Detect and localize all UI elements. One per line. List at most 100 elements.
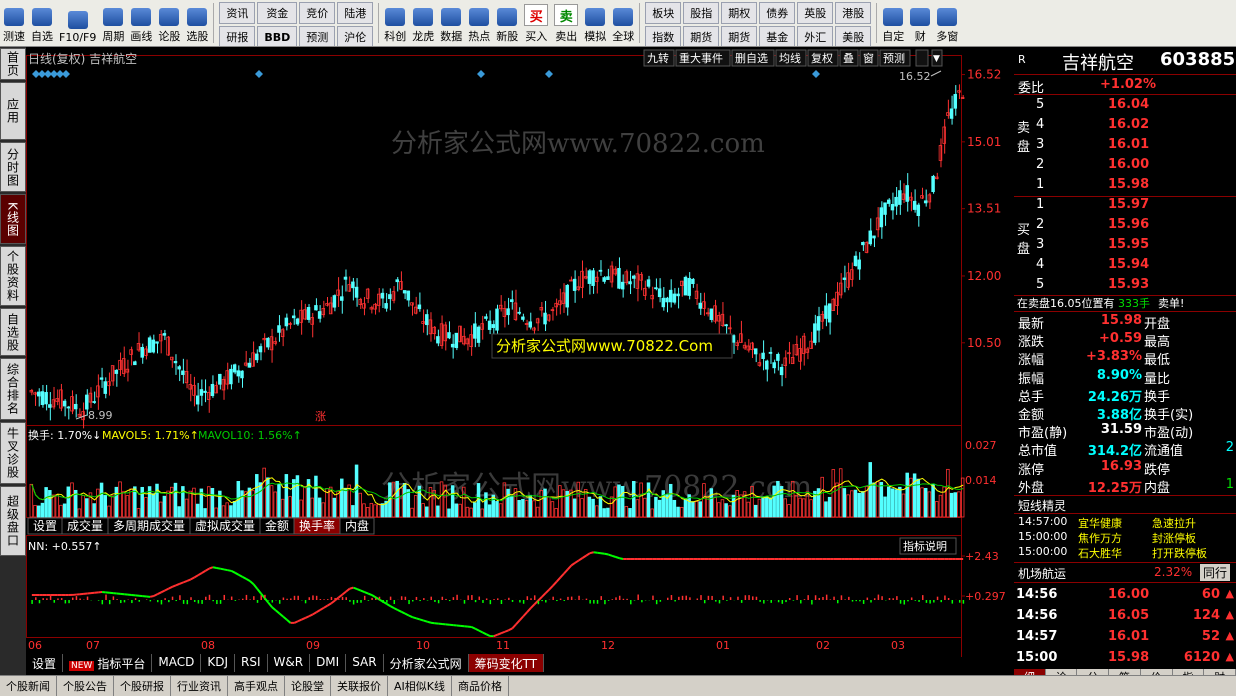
- dragontiger-button[interactable]: 龙虎: [409, 0, 437, 46]
- period-button[interactable]: 周期: [99, 0, 127, 46]
- nn-bar: [160, 600, 163, 605]
- toolbar-grid-button[interactable]: 沪伦: [337, 26, 374, 46]
- indicator-tab[interactable]: W&R: [268, 654, 311, 672]
- nav-item-8[interactable]: 超级盘口: [0, 486, 26, 556]
- toolbar-grid-button[interactable]: 陆港: [337, 2, 374, 24]
- peer-button[interactable]: 同行: [1200, 564, 1231, 581]
- test-button[interactable]: 测速: [0, 0, 28, 46]
- indicator-tab[interactable]: DMI: [310, 654, 347, 672]
- toolbar-grid-button[interactable]: BBD: [257, 26, 298, 46]
- toolbar-grid-button[interactable]: 板块: [645, 2, 682, 24]
- nn-bar: [925, 600, 928, 603]
- info-tab[interactable]: 个股新闻: [0, 676, 57, 696]
- info-tab[interactable]: 关联报价: [331, 676, 388, 696]
- kechuang-button[interactable]: 科创: [381, 0, 409, 46]
- spirit-stock[interactable]: 宜华健康: [1078, 515, 1122, 531]
- toolbar-grid-button[interactable]: 基金: [759, 26, 796, 46]
- stockforum-button[interactable]: 论股: [155, 0, 183, 46]
- nn-bar: [530, 598, 532, 600]
- info-tab[interactable]: 高手观点: [228, 676, 285, 696]
- info-tab[interactable]: 个股研报: [114, 676, 171, 696]
- toolbar-grid-button[interactable]: 港股: [835, 2, 872, 24]
- toolbar-grid-button[interactable]: 期货: [683, 26, 720, 46]
- sell-button[interactable]: 卖卖出: [551, 0, 581, 46]
- multi-button[interactable]: 多窗: [933, 0, 961, 46]
- toolbar-grid-button[interactable]: 期货: [721, 26, 758, 46]
- volume-bar: [731, 494, 736, 518]
- toolbar-grid-button[interactable]: 指数: [645, 26, 682, 46]
- nav-item-2[interactable]: 分时图: [0, 142, 26, 192]
- toolbar-grid-button[interactable]: 期权: [721, 2, 758, 24]
- period-button-label: 周期: [102, 30, 125, 43]
- global-button[interactable]: 全球: [609, 0, 637, 46]
- nav-item-7[interactable]: 牛叉诊股: [0, 422, 26, 484]
- kechuang-button-label: 科创: [384, 30, 407, 43]
- candle-body: [384, 303, 388, 309]
- info-tab[interactable]: 个股公告: [57, 676, 114, 696]
- info-tab[interactable]: AI相似K线: [388, 676, 452, 696]
- kline-chart-area[interactable]: 日线(复权) 吉祥航空 九转 重大事件 删自选 均线 复权叠窗预测 ▼ 16.52 15.01 1…: [26, 47, 1036, 677]
- month-label: 07: [86, 639, 100, 652]
- nav-item-6[interactable]: 综合排名: [0, 358, 26, 420]
- toolbar-grid-button[interactable]: 股指: [683, 2, 720, 24]
- quote-panel: R 吉祥航空 603885 委比 +1.02% 卖 盘 5 16.04 4 16.02 3 16.01…: [1014, 47, 1236, 687]
- nn-line-segment: [149, 595, 155, 598]
- data-button[interactable]: 数据: [437, 0, 465, 46]
- info-tab[interactable]: 行业资讯: [171, 676, 228, 696]
- f10-button[interactable]: F10/F9: [56, 0, 99, 46]
- finance-button[interactable]: 财: [907, 0, 933, 46]
- indicator-tab[interactable]: KDJ: [201, 654, 235, 672]
- toolbar-grid-button[interactable]: 竞价: [299, 2, 336, 24]
- toolbar-grid-button[interactable]: 研报: [219, 26, 256, 46]
- draw-button[interactable]: 画线: [127, 0, 155, 46]
- toolbar-grid-button[interactable]: 美股: [835, 26, 872, 46]
- volume-bar: [340, 478, 344, 518]
- selfselect-button[interactable]: 自选: [28, 0, 56, 46]
- spirit-stock[interactable]: 石大胜华: [1078, 545, 1122, 561]
- toolbar-grid-button[interactable]: 债券: [759, 2, 796, 24]
- sector-name[interactable]: 机场航运: [1018, 565, 1066, 582]
- selectstock-button[interactable]: 选股: [183, 0, 211, 46]
- nav-item-5[interactable]: 自选股: [0, 308, 26, 356]
- tick-price: 16.01: [1108, 629, 1150, 644]
- price-axis-label: 12.00: [967, 269, 1001, 283]
- indicator-tab[interactable]: RSI: [235, 654, 268, 672]
- nn-bar: [249, 599, 251, 600]
- toolbar-grid-button[interactable]: 外汇: [797, 26, 834, 46]
- indicator-tab[interactable]: 筹码变化TT: [468, 654, 545, 672]
- toolbar-grid-button[interactable]: 资讯: [219, 2, 256, 24]
- indicator-tab[interactable]: NEW 指标平台: [63, 654, 153, 672]
- indicator-tab[interactable]: MACD: [152, 654, 202, 672]
- home-icon[interactable]: [915, 49, 929, 67]
- nav-item-0[interactable]: 首页: [0, 48, 26, 80]
- spirit-time: 15:00:00: [1018, 545, 1068, 558]
- nav-item-4[interactable]: 个股资料: [0, 246, 26, 306]
- nn-bar: [57, 598, 59, 600]
- indicator-tab[interactable]: 设置: [26, 654, 64, 672]
- indicator-tab[interactable]: SAR: [346, 654, 384, 672]
- indicator-tab[interactable]: 分析家公式网: [384, 654, 469, 672]
- toolbar-grid-button[interactable]: 预测: [299, 26, 336, 46]
- candle-body: [62, 400, 67, 407]
- candle-body: [912, 200, 917, 210]
- candle-body: [857, 259, 861, 270]
- nav-item-1[interactable]: 应用: [0, 82, 26, 140]
- toolbar-grid-button[interactable]: 英股: [797, 2, 834, 24]
- stat-label: 金额: [1018, 408, 1045, 423]
- hotspot-button[interactable]: 热点: [465, 0, 493, 46]
- info-tab[interactable]: 商品价格: [452, 676, 509, 696]
- edit-icon: [883, 8, 904, 26]
- ipo-button[interactable]: 新股: [493, 0, 521, 46]
- nn-bar: [441, 596, 444, 600]
- nn-line-segment: [493, 633, 498, 638]
- toolbar-grid-button[interactable]: 资金: [257, 2, 298, 24]
- nn-bar: [777, 600, 780, 603]
- watermark: 分析家公式网www.70822.com: [381, 470, 812, 505]
- spirit-stock[interactable]: 焦作万方: [1078, 530, 1122, 546]
- simulate-button[interactable]: 模拟: [581, 0, 609, 46]
- buy-button[interactable]: 买买入: [521, 0, 551, 46]
- info-tab[interactable]: 论股堂: [285, 676, 331, 696]
- nav-item-3[interactable]: K线图: [0, 194, 26, 244]
- nn-line-segment: [504, 629, 509, 633]
- custom-button[interactable]: 自定: [879, 0, 907, 46]
